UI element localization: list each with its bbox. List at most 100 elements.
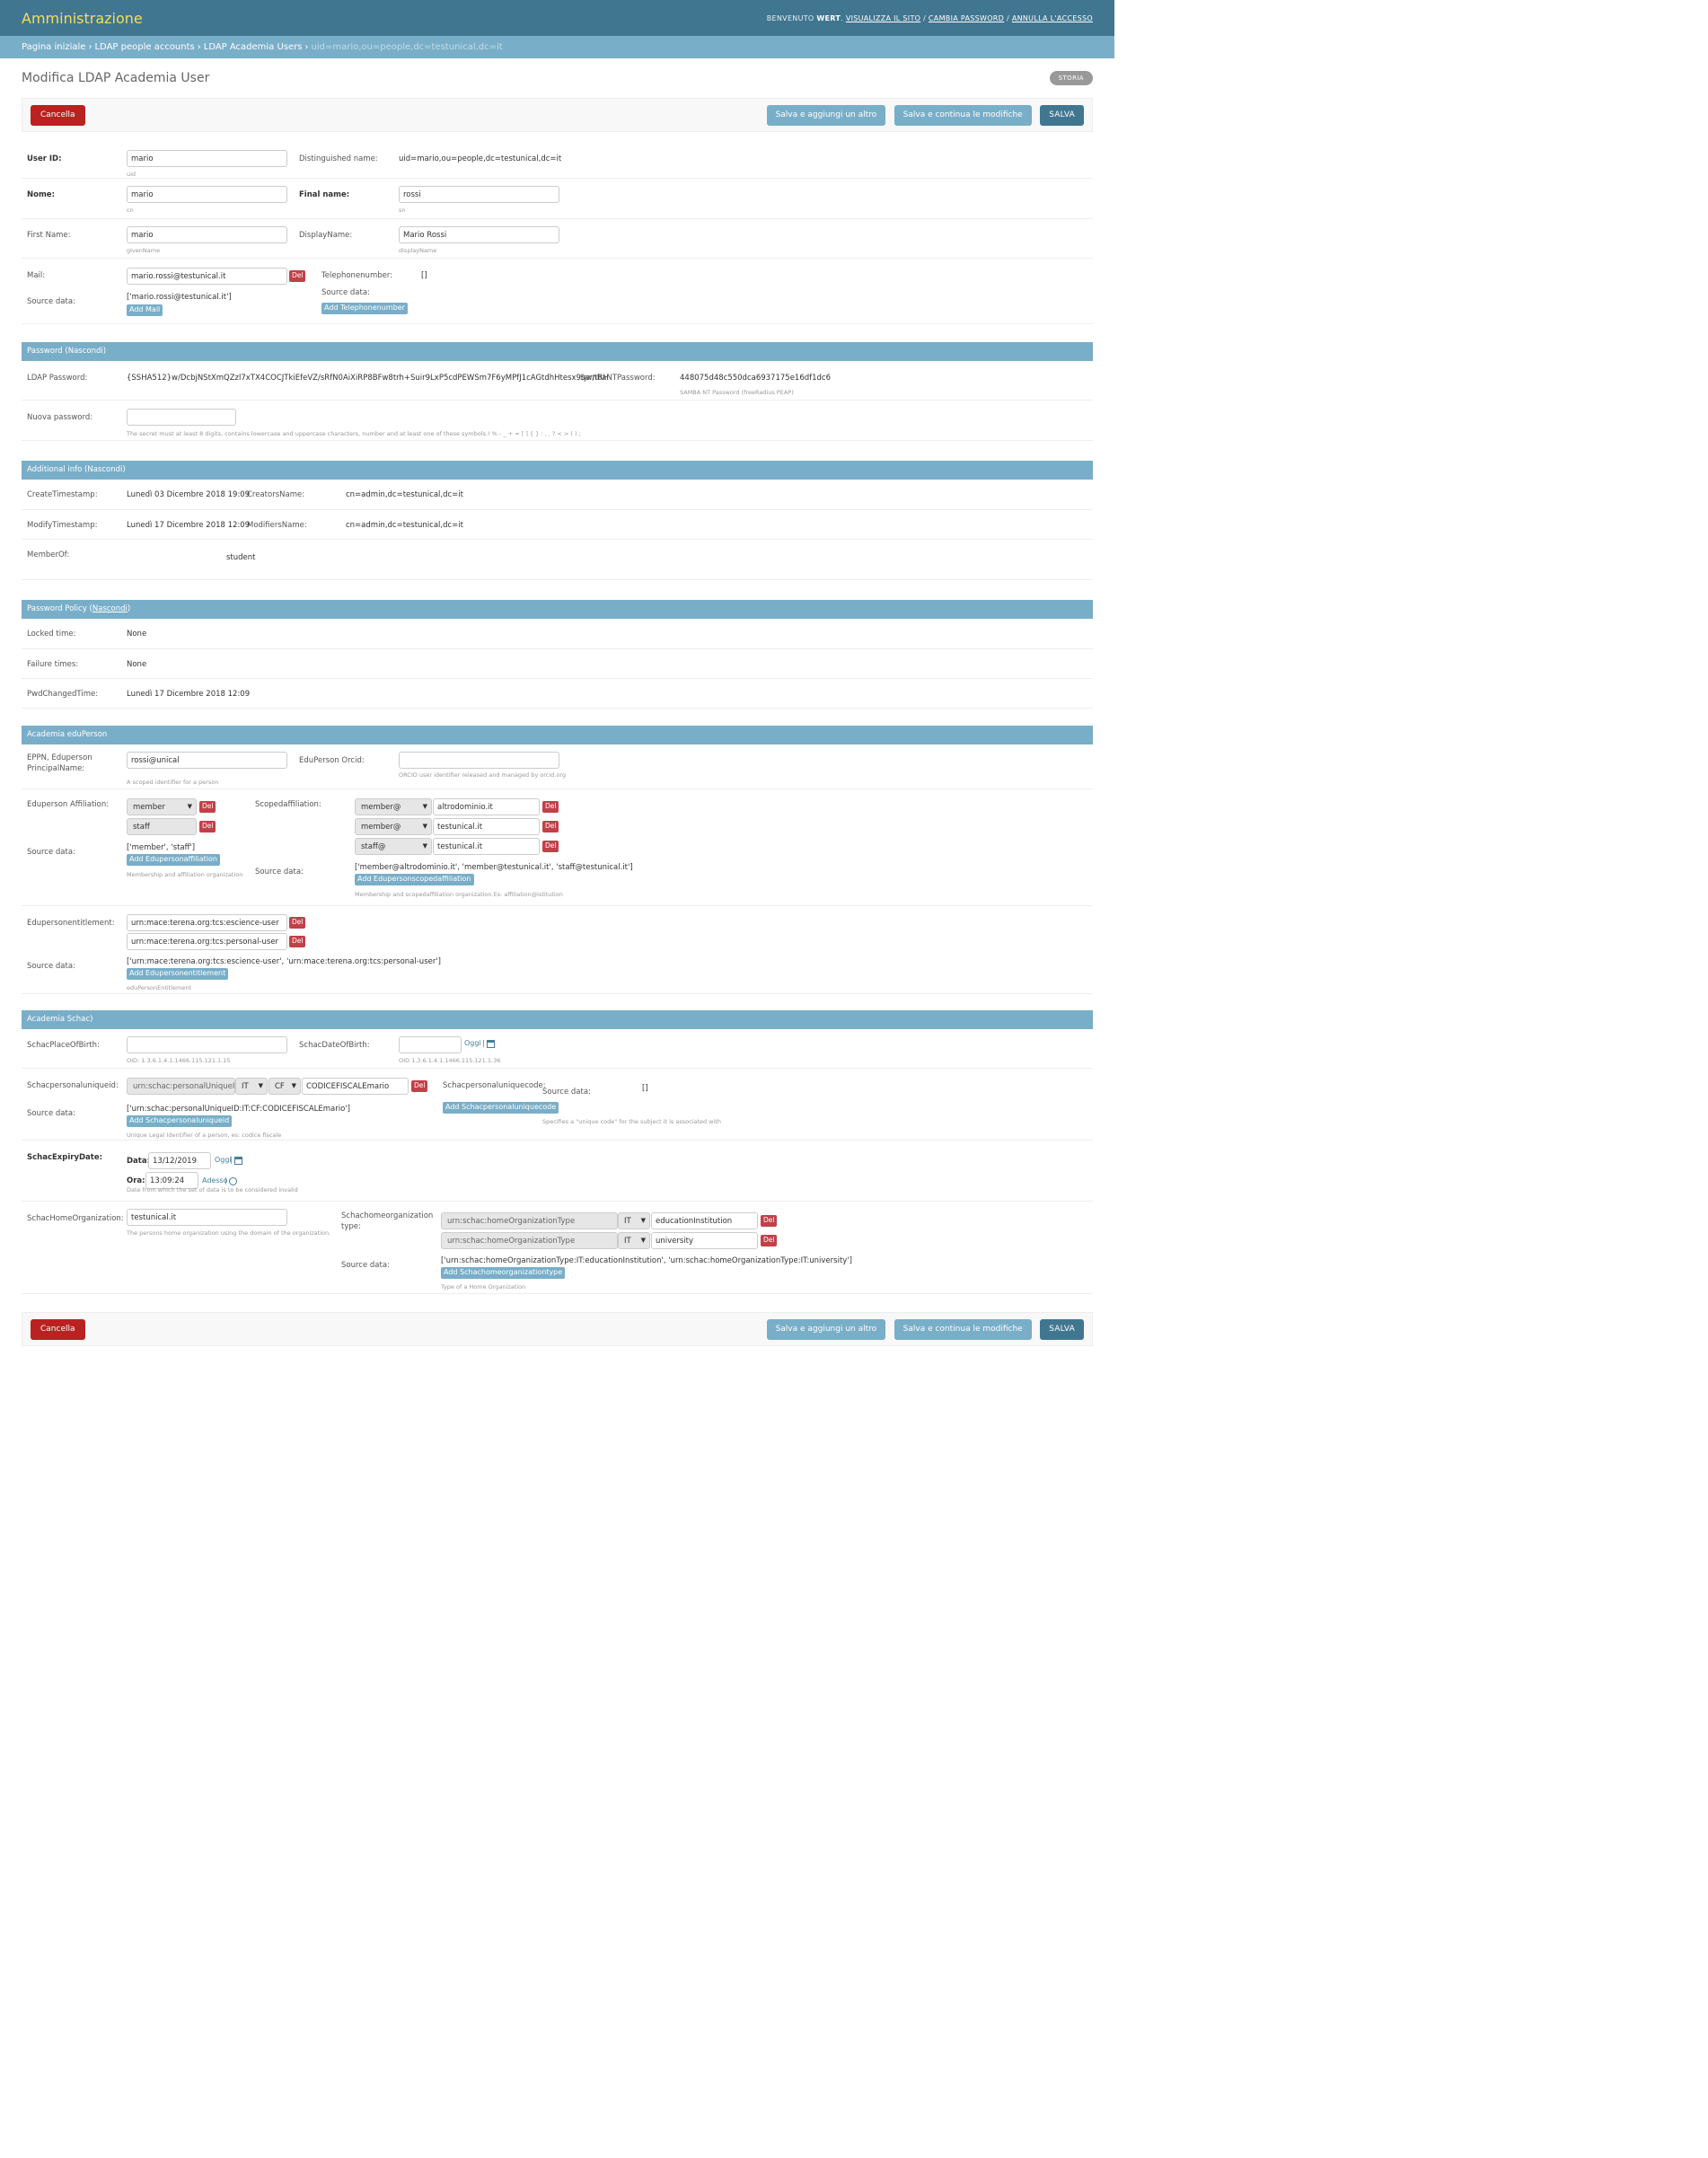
scoped-source-value: ['member@altrodominio.it', 'member@testu… xyxy=(355,863,633,872)
date-label: Data: xyxy=(127,1157,150,1166)
scoped-del-2[interactable]: Del xyxy=(542,821,559,832)
mail-del-button[interactable]: Del xyxy=(289,270,306,282)
failure-times-value: None xyxy=(127,660,147,669)
scoped-domain-input-2[interactable]: testunical.it xyxy=(433,818,540,835)
view-site-link[interactable]: Visualizza il sito xyxy=(846,14,920,22)
scoped-del-1[interactable]: Del xyxy=(542,801,559,813)
home-org-type-input-1[interactable]: educationInstitution xyxy=(651,1212,758,1229)
scoped-del-3[interactable]: Del xyxy=(542,841,559,852)
save-add-another-button-bottom[interactable]: Salva e aggiungi un altro xyxy=(766,1318,886,1340)
save-button[interactable]: Salva xyxy=(1040,104,1084,126)
home-org-type-country-2[interactable]: IT ▼ xyxy=(618,1232,650,1249)
home-org-type-country-1[interactable]: IT ▼ xyxy=(618,1212,650,1229)
scoped-prefix-select-1[interactable]: member@ ▼ xyxy=(355,798,432,815)
display-name-help: displayName xyxy=(399,247,437,254)
puid-value-input[interactable]: CODICEFISCALEmario xyxy=(302,1078,409,1095)
place-of-birth-input[interactable] xyxy=(127,1036,287,1053)
eduperson-section-header[interactable]: Academia eduPerson xyxy=(22,726,1093,744)
add-entitlement-button[interactable]: Add Edupersonentitlement xyxy=(127,968,229,980)
entitlement-input-1[interactable]: urn:mace:terena.org:tcs:escience-user xyxy=(127,914,287,931)
entitlement-input-2[interactable]: urn:mace:terena.org:tcs:personal-user xyxy=(127,933,287,950)
home-org-type-help: Type of a Home Organization xyxy=(441,1283,526,1290)
add-telephone-button[interactable]: Add Telephonenumber xyxy=(321,303,408,314)
save-button-bottom[interactable]: Salva xyxy=(1040,1318,1084,1340)
cancel-button-bottom[interactable]: Cancella xyxy=(31,1318,85,1340)
home-org-type-input-2[interactable]: university xyxy=(651,1232,758,1249)
cn-input[interactable]: mario xyxy=(127,186,287,203)
affiliation-select-1[interactable]: member ▼ xyxy=(127,798,197,815)
place-of-birth-label: SchacPlaceOfBirth: xyxy=(27,1041,100,1050)
scoped-domain-input-3[interactable]: testunical.it xyxy=(433,838,540,855)
dob-today-link[interactable]: Oggi xyxy=(464,1039,481,1047)
logout-link[interactable]: Annulla l'accesso xyxy=(1012,14,1093,22)
scoped-prefix-select-2[interactable]: member@ ▼ xyxy=(355,818,432,835)
add-mail-button[interactable]: Add Mail xyxy=(127,304,163,316)
affiliation-select-2[interactable]: staff xyxy=(127,818,197,835)
save-add-another-button[interactable]: Salva e aggiungi un altro xyxy=(766,104,886,126)
additional-section-header[interactable]: Additional info (Nascondi) xyxy=(22,461,1093,480)
breadcrumb-app[interactable]: LDAP people accounts xyxy=(94,42,194,52)
expiry-today-link[interactable]: Oggi xyxy=(215,1156,232,1164)
creators-name-value: cn=admin,dc=testunical,dc=it xyxy=(346,490,463,499)
telephone-source-label: Source data: xyxy=(321,288,370,297)
orcid-label: EduPerson Orcid: xyxy=(299,756,365,765)
change-password-link[interactable]: Cambia password xyxy=(929,14,1004,22)
sn-label: Final name: xyxy=(299,190,350,199)
scoped-prefix-select-3[interactable]: staff@ ▼ xyxy=(355,838,432,855)
password-section-header[interactable]: Password (Nascondi) xyxy=(22,342,1093,361)
cancel-button[interactable]: Cancella xyxy=(31,104,85,126)
given-name-help: givenName xyxy=(127,247,161,254)
date-of-birth-input[interactable] xyxy=(399,1036,462,1053)
uid-label: User ID: xyxy=(27,154,62,163)
clock-icon[interactable] xyxy=(229,1177,237,1185)
schac-section-header[interactable]: Academia Schac) xyxy=(22,1010,1093,1029)
samba-password-value: 448075d48c550dca6937175e16df1dc6 xyxy=(680,374,832,383)
affiliation-del-1[interactable]: Del xyxy=(199,801,216,813)
date-of-birth-label: SchacDateOfBirth: xyxy=(299,1041,370,1050)
uid-input[interactable]: mario xyxy=(127,150,287,167)
display-name-input[interactable]: Mario Rossi xyxy=(399,226,559,243)
unique-code-source-label: Source data: xyxy=(542,1088,591,1097)
puid-del-button[interactable]: Del xyxy=(411,1080,428,1092)
add-scoped-affiliation-button[interactable]: Add Edupersonscopedaffiliation xyxy=(355,874,474,885)
expiry-date-input[interactable]: 13/12/2019 xyxy=(148,1152,211,1169)
mail-source-label: Source data: xyxy=(27,297,75,306)
puid-type-select[interactable]: CF ▼ xyxy=(269,1078,301,1095)
breadcrumb-home[interactable]: Pagina iniziale xyxy=(22,42,85,52)
scoped-affiliation-help: Membership and scopedaffiliation organiz… xyxy=(355,891,563,898)
new-password-input[interactable] xyxy=(127,409,236,426)
puid-country-select[interactable]: IT ▼ xyxy=(235,1078,268,1095)
modify-timestamp-value: Lunedì 17 Dicembre 2018 12:09 xyxy=(127,521,251,530)
site-brand[interactable]: Amministrazione xyxy=(22,10,143,27)
entitlement-del-2[interactable]: Del xyxy=(289,936,306,947)
policy-title: Password Policy ( xyxy=(27,604,92,613)
calendar-icon[interactable] xyxy=(234,1157,242,1165)
add-unique-code-button[interactable]: Add Schacpersonaluniquecode xyxy=(443,1102,559,1114)
home-org-type-del-2[interactable]: Del xyxy=(761,1235,778,1246)
save-continue-button[interactable]: Salva e continua le modifiche xyxy=(894,104,1032,126)
time-label: Ora: xyxy=(127,1176,145,1185)
affiliation-del-2[interactable]: Del xyxy=(199,821,216,832)
sn-input[interactable]: rossi xyxy=(399,186,559,203)
add-home-org-type-button[interactable]: Add Schachomeorganizationtype xyxy=(441,1267,566,1279)
create-timestamp-row: CreateTimestamp: Lunedì 03 Dicembre 2018… xyxy=(22,480,1093,510)
locked-time-label: Locked time: xyxy=(27,630,76,639)
home-org-type-source-value: ['urn:schac:homeOrganizationType:IT:educ… xyxy=(441,1256,852,1265)
calendar-icon[interactable] xyxy=(487,1040,495,1048)
add-puid-button[interactable]: Add Schacpersonaluniqueid xyxy=(127,1115,233,1127)
mail-input[interactable]: mario.rossi@testunical.it xyxy=(127,268,287,285)
policy-hide-link[interactable]: Nascondi xyxy=(92,604,128,613)
modifiers-name-label: ModifiersName: xyxy=(247,521,307,530)
orcid-input[interactable] xyxy=(399,752,559,769)
add-affiliation-button[interactable]: Add Edupersonaffiliation xyxy=(127,854,220,866)
scoped-domain-input-1[interactable]: altrodominio.it xyxy=(433,798,540,815)
failure-times-row: Failure times: None xyxy=(22,649,1093,679)
breadcrumb-model[interactable]: LDAP Academia Users xyxy=(204,42,303,52)
eppn-input[interactable]: rossi@unical xyxy=(127,752,287,769)
save-continue-button-bottom[interactable]: Salva e continua le modifiche xyxy=(894,1318,1032,1340)
entitlement-del-1[interactable]: Del xyxy=(289,917,306,929)
given-name-input[interactable]: mario xyxy=(127,226,287,243)
home-organization-input[interactable]: testunical.it xyxy=(127,1209,287,1226)
home-org-type-del-1[interactable]: Del xyxy=(761,1215,778,1227)
history-button[interactable]: Storia xyxy=(1049,71,1093,85)
